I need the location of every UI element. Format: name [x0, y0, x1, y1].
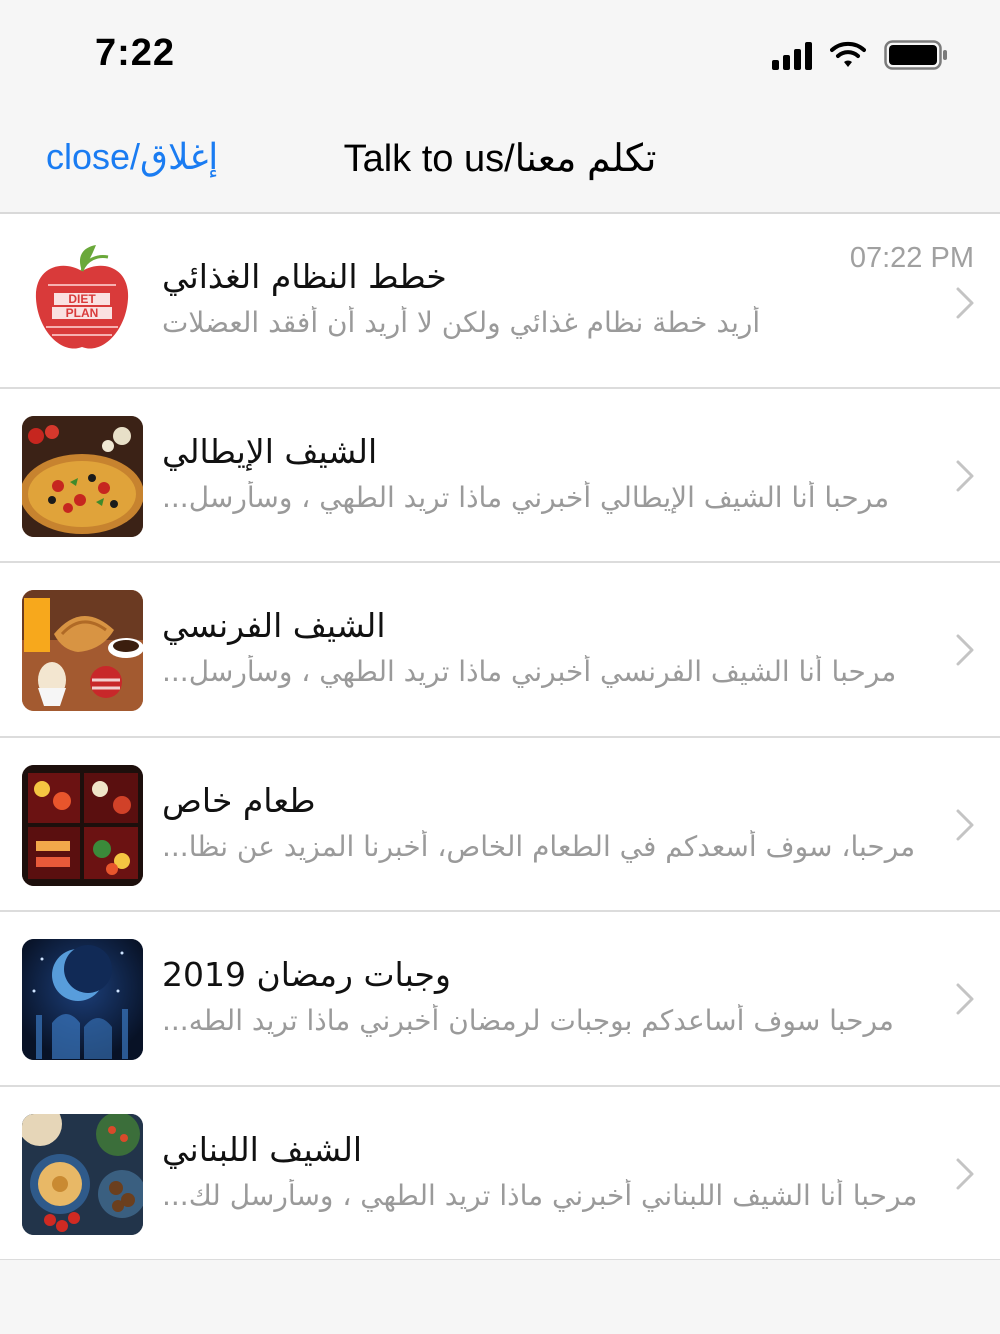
cellular-signal-icon: [772, 40, 812, 70]
conversation-title: وجبات رمضان 2019: [162, 955, 451, 994]
conversation-time: 07:22 PM: [849, 242, 974, 274]
conversation-row-italian-chef[interactable]: الشيف الإيطالي مرحبا أنا الشيف الإيطالي …: [0, 388, 1000, 563]
chevron-right-icon: [956, 287, 974, 319]
chevron-right-icon: [956, 1158, 974, 1189]
diet-plan-thumbnail: DIET PLAN: [22, 241, 143, 362]
conversation-preview: مرحبا، سوف أسعدكم في الطعام الخاص، أخبرن…: [162, 829, 916, 863]
status-bar: 7:22: [0, 0, 1000, 110]
status-icons: [772, 38, 948, 72]
conversation-preview: مرحبا أنا الشيف الفرنسي أخبرني ماذا تريد…: [162, 655, 897, 688]
empty-background: [0, 1260, 1000, 1334]
bento-box-thumbnail: [22, 764, 143, 886]
conversation-title: الشيف الفرنسي: [162, 606, 386, 645]
conversation-title: خطط النظام الغذائي: [162, 257, 447, 296]
conversation-title: الشيف اللبناني: [162, 1129, 363, 1169]
status-time: 7:22: [95, 32, 176, 74]
conversation-row-diet-plans[interactable]: DIET PLAN خطط النظام الغذائي أريد خطة نظ…: [0, 214, 1000, 389]
lebanese-mezze-thumbnail: [22, 1113, 143, 1235]
chevron-right-icon: [956, 634, 974, 666]
chevron-right-icon: [956, 460, 974, 491]
svg-text:DIET: DIET: [68, 292, 96, 306]
wifi-icon: [830, 41, 866, 67]
conversation-preview: مرحبا أنا الشيف اللبناني أخبرني ماذا تري…: [162, 1178, 918, 1212]
conversation-title: طعام خاص: [162, 780, 316, 820]
chevron-right-icon: [956, 809, 974, 840]
french-breakfast-thumbnail: [22, 590, 143, 711]
navigation-bar: close/إغلاق Talk to us/تكلم معنا: [0, 110, 1000, 214]
battery-icon: [884, 40, 947, 70]
conversation-title: الشيف الإيطالي: [162, 431, 378, 471]
conversation-list: DIET PLAN خطط النظام الغذائي أريد خطة نظ…: [0, 214, 1000, 1261]
conversation-preview: مرحبا أنا الشيف الإيطالي أخبرني ماذا تري…: [162, 480, 890, 514]
page-title: Talk to us/تكلم معنا: [343, 138, 657, 180]
svg-text:PLAN: PLAN: [66, 306, 99, 320]
conversation-preview: أريد خطة نظام غذائي ولكن لا أريد أن أفقد…: [162, 306, 761, 339]
conversation-row-french-chef[interactable]: الشيف الفرنسي مرحبا أنا الشيف الفرنسي أخ…: [0, 563, 1000, 738]
conversation-preview: مرحبا سوف أساعدكم بوجبات لرمضان أخبرني م…: [162, 1004, 894, 1037]
pizza-thumbnail: [22, 415, 143, 537]
ramadan-thumbnail: [22, 939, 143, 1060]
conversation-row-special-food[interactable]: طعام خاص مرحبا، سوف أسعدكم في الطعام الخ…: [0, 737, 1000, 912]
conversation-row-lebanese-chef[interactable]: الشيف اللبناني مرحبا أنا الشيف اللبناني …: [0, 1086, 1000, 1261]
conversation-row-ramadan-meals[interactable]: وجبات رمضان 2019 مرحبا سوف أساعدكم بوجبا…: [0, 912, 1000, 1087]
chevron-right-icon: [956, 983, 974, 1015]
